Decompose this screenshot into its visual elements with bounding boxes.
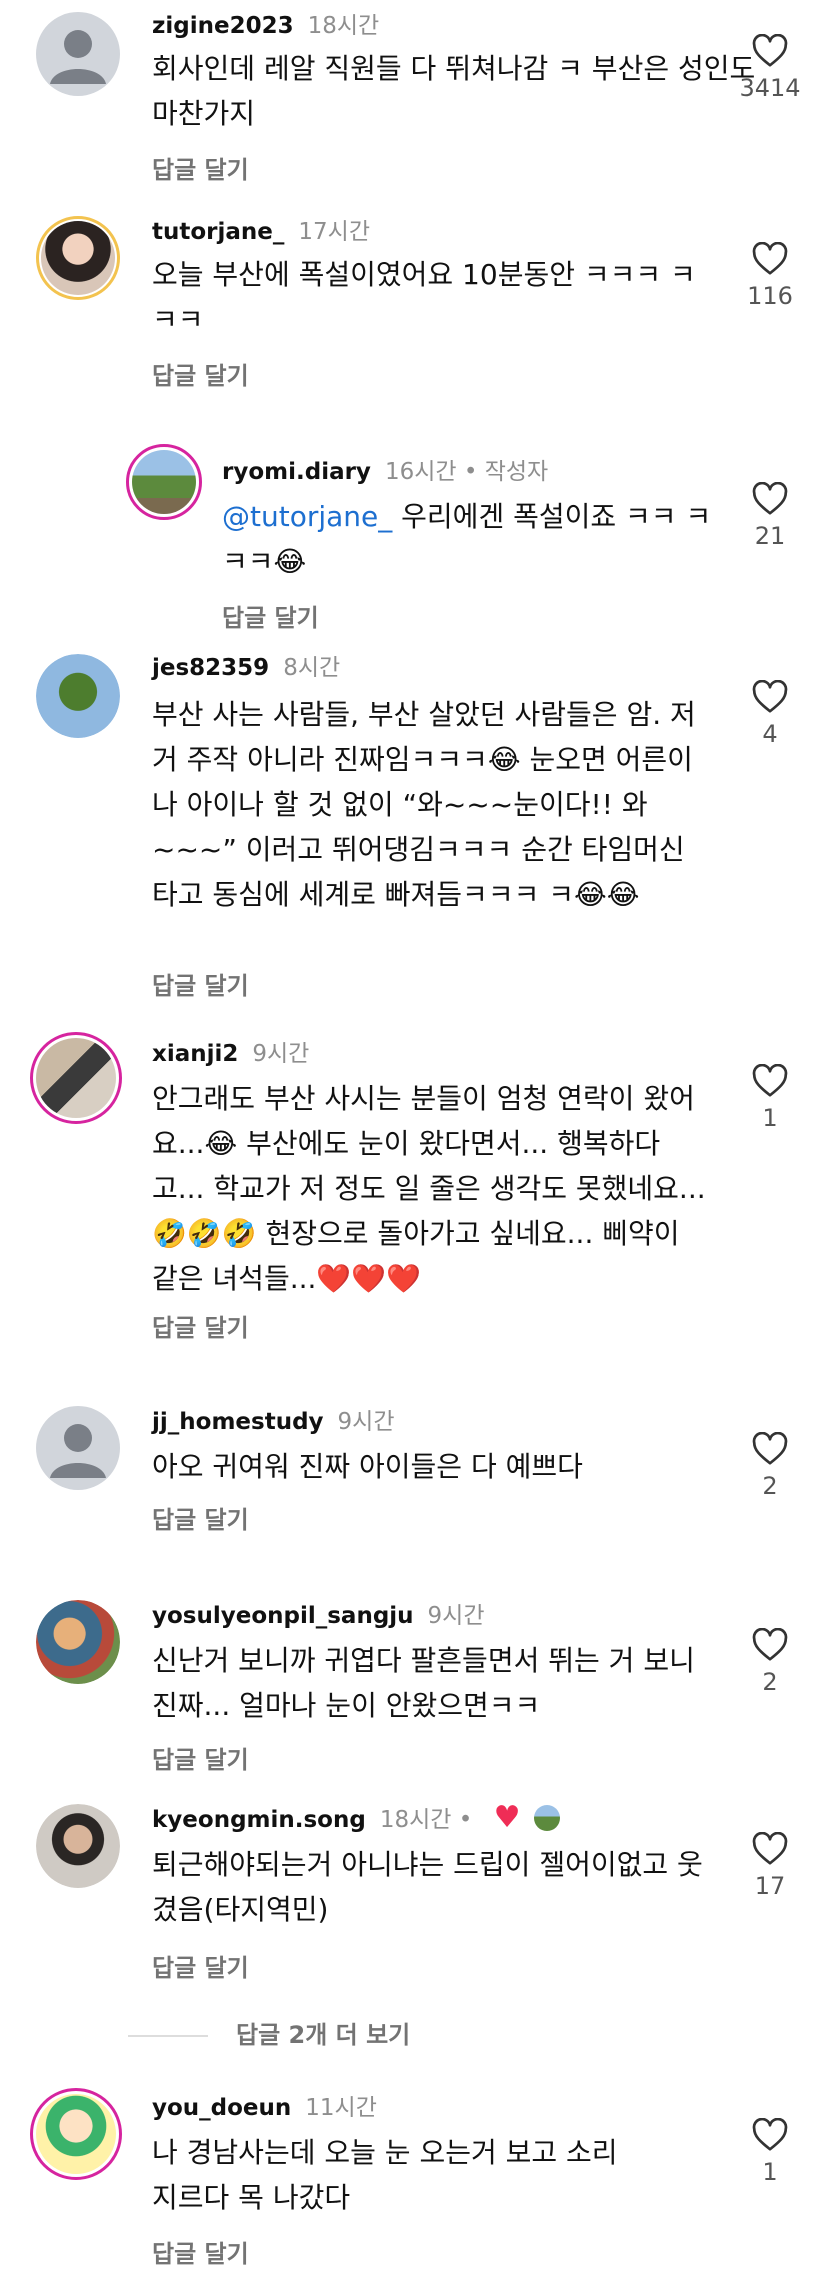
heart-outline-icon bbox=[752, 2118, 788, 2151]
username[interactable]: zigine2023 bbox=[152, 13, 294, 39]
heart-outline-icon bbox=[752, 1064, 788, 1097]
photo-avatar[interactable] bbox=[36, 216, 120, 300]
divider bbox=[128, 2035, 208, 2037]
comment-text: 아오 귀여워 진짜 아이들은 다 예쁘다 bbox=[152, 1450, 583, 1483]
heart-outline-icon bbox=[752, 680, 788, 713]
comment-text: 신난거 보니까 귀엽다 팔흔들면서 뛰는 거 보니 진짜... 얼마나 눈이 안… bbox=[152, 1644, 695, 1722]
timestamp: 9시간 bbox=[337, 1409, 395, 1435]
comment-text: 나 경남사는데 오늘 눈 오는거 보고 소리지르다 목 나갔다 bbox=[152, 2136, 618, 2214]
creator-avatar-mini bbox=[533, 1805, 560, 1831]
comment-text: @tutorjane_ 우리에겐 폭설이죠 ㅋㅋ ㅋㅋㅋ😂 bbox=[222, 500, 712, 578]
view-more-label: 답글 2개 더 보기 bbox=[236, 2021, 411, 2049]
timestamp: 8시간 bbox=[283, 655, 341, 681]
red-heart-icon: ♥ bbox=[493, 1800, 521, 1835]
photo-avatar[interactable] bbox=[30, 2088, 122, 2180]
heart-outline-icon bbox=[752, 1628, 788, 1661]
like-button[interactable]: 21 bbox=[730, 482, 810, 550]
like-count: 1 bbox=[762, 1104, 778, 1132]
timestamp: 17시간 bbox=[298, 219, 370, 245]
comment-meta: zigine2023 18시간 bbox=[152, 6, 379, 40]
default-avatar[interactable] bbox=[36, 1406, 120, 1490]
reply-button[interactable]: 답글 달기 bbox=[152, 1948, 249, 1983]
comment-meta: tutorjane_ 17시간 bbox=[152, 212, 370, 246]
reply-button[interactable]: 답글 달기 bbox=[152, 1308, 249, 1343]
like-button[interactable]: 1 bbox=[730, 2118, 810, 2186]
view-more-replies-button[interactable]: 답글 2개 더 보기 bbox=[128, 2015, 410, 2050]
heart-outline-icon bbox=[752, 242, 788, 275]
comment-text: 오늘 부산에 폭설이였어요 10분동안 ㅋㅋㅋ ㅋㅋㅋ bbox=[152, 258, 696, 336]
like-count: 116 bbox=[747, 282, 793, 310]
like-button[interactable]: 2 bbox=[730, 1432, 810, 1500]
like-button[interactable]: 116 bbox=[730, 242, 810, 310]
default-avatar[interactable] bbox=[36, 12, 120, 96]
like-count: 17 bbox=[754, 1872, 786, 1900]
like-count: 2 bbox=[762, 1472, 778, 1500]
reply-button[interactable]: 답글 달기 bbox=[152, 2234, 249, 2269]
username[interactable]: jj_homestudy bbox=[152, 1409, 324, 1435]
reply-button[interactable]: 답글 달기 bbox=[222, 598, 319, 633]
like-button[interactable]: 17 bbox=[730, 1832, 810, 1900]
author-badge: • 작성자 bbox=[463, 459, 549, 485]
like-button[interactable]: 2 bbox=[730, 1628, 810, 1696]
username[interactable]: xianji2 bbox=[152, 1041, 238, 1067]
username[interactable]: tutorjane_ bbox=[152, 219, 284, 245]
mention-link[interactable]: @tutorjane_ bbox=[222, 500, 392, 533]
photo-avatar[interactable] bbox=[36, 654, 120, 738]
comment-text: 부산 사는 사람들, 부산 살았던 사람들은 암. 저거 주작 아니라 진짜임ㅋ… bbox=[152, 698, 696, 911]
comment-meta: jj_homestudy 9시간 bbox=[152, 1402, 395, 1436]
comment-text: 퇴근해야되는거 아니냐는 드립이 젤어이없고 웃겼음(타지역민) bbox=[152, 1848, 703, 1926]
timestamp: 18시간 bbox=[307, 13, 380, 39]
comment-meta: xianji2 9시간 bbox=[152, 1034, 309, 1068]
photo-avatar[interactable] bbox=[36, 1804, 120, 1888]
username[interactable]: kyeongmin.song bbox=[152, 1807, 366, 1833]
photo-avatar[interactable] bbox=[36, 1600, 120, 1684]
reply-button[interactable]: 답글 달기 bbox=[152, 1740, 249, 1775]
timestamp: 11시간 bbox=[305, 2095, 377, 2121]
like-count: 2 bbox=[762, 1668, 778, 1696]
timestamp: 18시간 • bbox=[379, 1807, 473, 1833]
username[interactable]: yosulyeonpil_sangju bbox=[152, 1603, 414, 1629]
heart-outline-icon bbox=[752, 1832, 788, 1865]
heart-outline-icon bbox=[752, 1432, 788, 1465]
like-count: 21 bbox=[754, 522, 786, 550]
heart-outline-icon bbox=[752, 482, 788, 515]
like-button[interactable]: 3414 bbox=[730, 34, 810, 102]
comment-text: 안그래도 부산 사시는 분들이 엄청 연락이 왔어요...😂 부산에도 눈이 왔… bbox=[152, 1082, 706, 1295]
timestamp: 9시간 bbox=[252, 1041, 310, 1067]
username[interactable]: ryomi.diary bbox=[222, 459, 371, 485]
username[interactable]: you_doeun bbox=[152, 2095, 291, 2121]
photo-avatar[interactable] bbox=[30, 1032, 122, 1124]
like-count: 4 bbox=[762, 720, 778, 748]
timestamp: 16시간 bbox=[384, 459, 457, 485]
like-button[interactable]: 4 bbox=[730, 680, 810, 748]
heart-outline-icon bbox=[752, 34, 788, 67]
reply-button[interactable]: 답글 달기 bbox=[152, 1500, 249, 1535]
comment-meta: jes82359 8시간 bbox=[152, 648, 340, 682]
reply-button[interactable]: 답글 달기 bbox=[152, 150, 249, 185]
like-button[interactable]: 1 bbox=[730, 1064, 810, 1132]
reply-button[interactable]: 답글 달기 bbox=[152, 966, 249, 1001]
comment-meta: ryomi.diary 16시간 • 작성자 bbox=[222, 452, 548, 486]
comment-meta: you_doeun 11시간 bbox=[152, 2088, 377, 2122]
reply-button[interactable]: 답글 달기 bbox=[152, 356, 249, 391]
timestamp: 9시간 bbox=[427, 1603, 485, 1629]
like-count: 3414 bbox=[739, 74, 801, 102]
comment-meta: kyeongmin.song 18시간 • ♥ bbox=[152, 1800, 560, 1834]
like-count: 1 bbox=[762, 2158, 778, 2186]
photo-avatar[interactable] bbox=[126, 444, 202, 520]
comment-text: 회사인데 레알 직원들 다 뛰쳐나감 ㅋ 부산은 성인도 마찬가지 bbox=[152, 52, 756, 130]
comment-meta: yosulyeonpil_sangju 9시간 bbox=[152, 1596, 485, 1630]
username[interactable]: jes82359 bbox=[152, 655, 269, 681]
